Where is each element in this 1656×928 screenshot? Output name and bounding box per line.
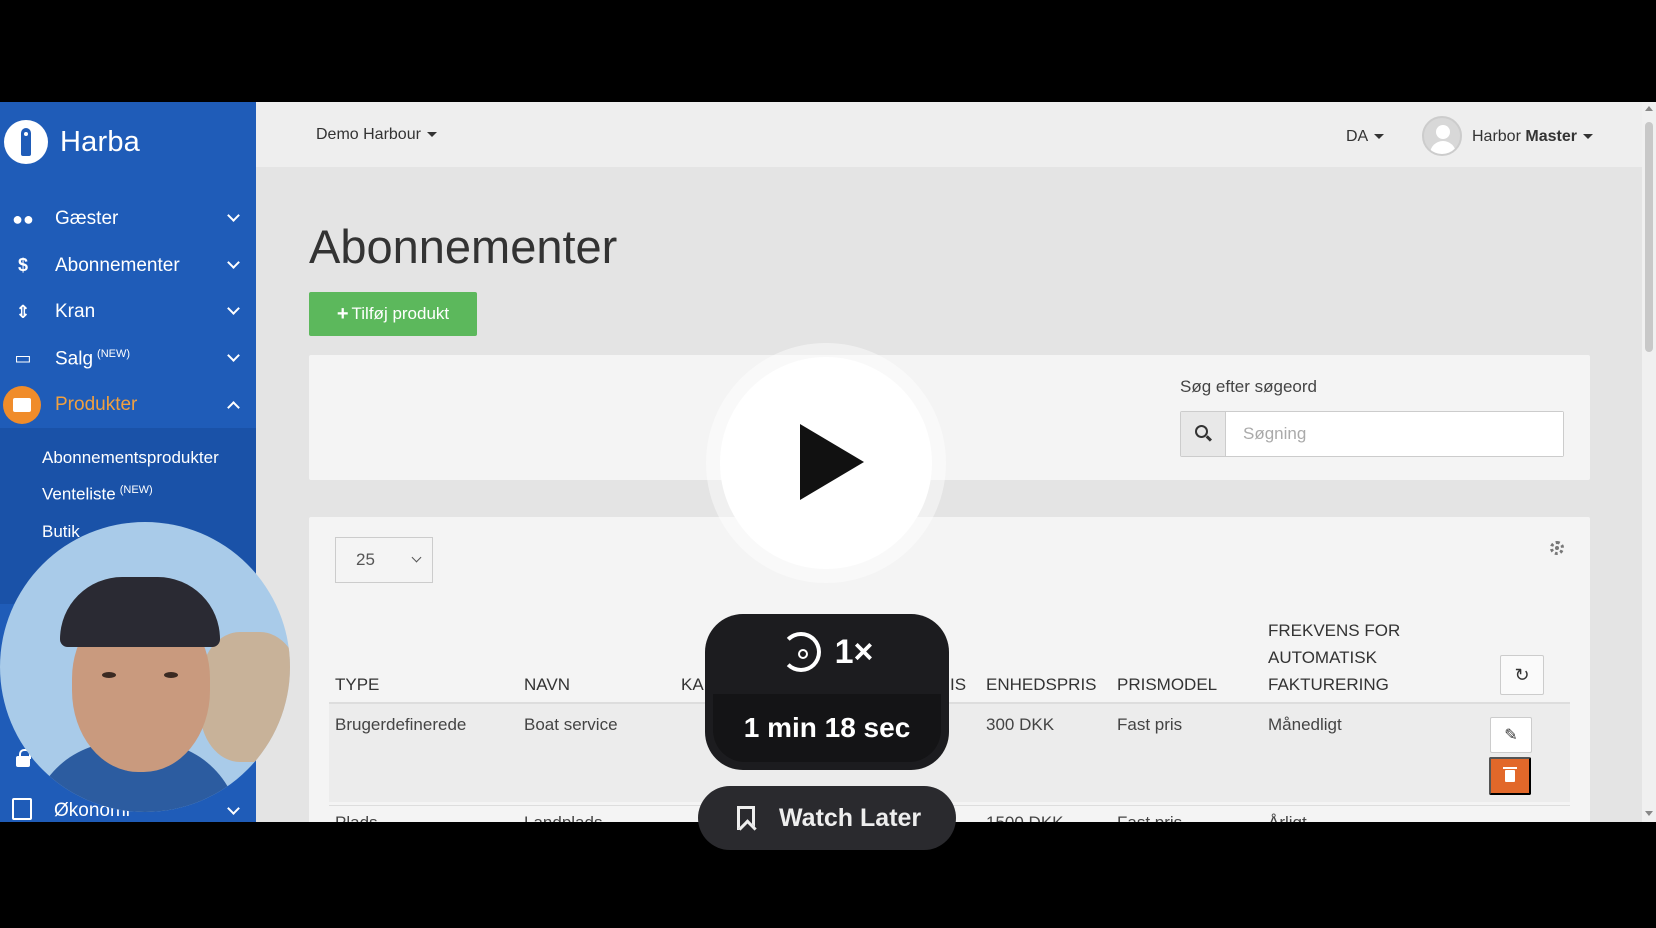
- sidebar-item-label: Abonnementer: [55, 254, 180, 276]
- trash-icon: [1503, 767, 1517, 782]
- watch-later-label: Watch Later: [779, 803, 922, 832]
- page-title: Abonnementer: [309, 220, 618, 273]
- caret-down-icon: [1374, 134, 1385, 140]
- sidebar-item-label: Kran: [55, 301, 96, 323]
- cell-name: Landplads: [524, 813, 602, 822]
- harba-logo-icon: [4, 120, 48, 164]
- scroll-down-arrow-icon[interactable]: [1645, 811, 1653, 816]
- page-scrollbar[interactable]: [1642, 102, 1656, 822]
- column-header-type[interactable]: TYPE: [335, 671, 379, 698]
- column-header-frequency[interactable]: FREKVENS FOR AUTOMATISK FAKTURERING: [1268, 617, 1400, 698]
- delete-button[interactable]: [1489, 757, 1531, 795]
- cell-price-model: Fast pris: [1117, 715, 1183, 734]
- new-badge: (NEW): [119, 484, 153, 496]
- brand-name: Harba: [60, 125, 140, 158]
- cell-unit-price: 1500 DKK: [986, 813, 1064, 822]
- sidebar-item-abonnementer[interactable]: $ Abonnementer: [0, 243, 256, 290]
- search-box: [1180, 411, 1564, 457]
- cell-type: Plads: [335, 813, 378, 822]
- gear-icon[interactable]: [1550, 541, 1564, 555]
- sidebar-item-salg[interactable]: ▭ Salg (NEW): [0, 336, 256, 383]
- edit-button[interactable]: ✎: [1490, 717, 1532, 753]
- playback-info-card[interactable]: 1× 1 min 18 sec: [705, 614, 949, 770]
- chevron-down-icon: [227, 209, 240, 222]
- sidebar-item-kran[interactable]: ⇕ Kran: [0, 289, 256, 336]
- sidebar-item-gaester[interactable]: ●● Gæster: [0, 196, 256, 243]
- table-row: [329, 704, 1570, 802]
- brand[interactable]: Harba: [4, 118, 140, 166]
- presenter-webcam: [0, 522, 290, 812]
- video-duration: 1 min 18 sec: [713, 694, 941, 762]
- sidebar-item-label: Salg (NEW): [55, 347, 131, 369]
- plus-icon: +: [336, 302, 349, 325]
- sidebar-nav: ●● Gæster $ Abonnementer ⇕ Kran ▭ Salg (N…: [0, 196, 256, 429]
- column-header-price-model[interactable]: PRISMODEL: [1117, 671, 1217, 698]
- playback-speed[interactable]: 1×: [705, 632, 949, 672]
- column-header-name[interactable]: NAVN: [524, 671, 570, 698]
- speed-value: 1×: [834, 632, 874, 671]
- avatar[interactable]: [1422, 116, 1462, 156]
- column-header-price[interactable]: IS: [950, 671, 966, 698]
- shopping-bag-icon: [3, 386, 41, 425]
- search-addon[interactable]: [1181, 412, 1226, 456]
- cell-name: Boat service: [524, 715, 618, 734]
- user-menu[interactable]: Harbor Master: [1472, 128, 1593, 146]
- caret-down-icon: [1582, 134, 1593, 140]
- bookmark-icon: [737, 806, 755, 830]
- scroll-up-arrow-icon[interactable]: [1645, 106, 1653, 111]
- search-label: Søg efter søgeord: [1180, 377, 1318, 396]
- play-button[interactable]: [720, 357, 932, 569]
- cell-frequency: Månedligt: [1268, 715, 1342, 734]
- subnav-item-venteliste[interactable]: Venteliste (NEW): [42, 484, 153, 505]
- credit-card-icon: ▭: [14, 348, 32, 369]
- harbour-selector[interactable]: Demo Harbour: [316, 126, 437, 144]
- subnav-item-abonnementsprodukter[interactable]: Abonnementsprodukter: [42, 448, 219, 468]
- speed-icon: [780, 632, 821, 672]
- column-header-unit-price[interactable]: ENHEDSPRIS: [986, 671, 1097, 698]
- cell-frequency: Årligt: [1268, 813, 1307, 822]
- topbar: Demo Harbour DA Harbor Master: [256, 102, 1656, 167]
- cell-price-model: Fast pris: [1117, 813, 1182, 822]
- users-icon: ●●: [12, 208, 34, 229]
- chevron-down-icon: [227, 348, 240, 362]
- dollar-icon: $: [17, 255, 28, 276]
- cell-type: Brugerdefinerede: [335, 715, 467, 734]
- chevron-down-icon: [411, 552, 422, 563]
- search-input[interactable]: [1227, 412, 1563, 456]
- language-selector[interactable]: DA: [1346, 128, 1385, 146]
- watch-later-button[interactable]: Watch Later: [698, 786, 956, 850]
- scroll-thumb[interactable]: [1645, 122, 1653, 352]
- search-icon: [1195, 425, 1208, 438]
- chevron-up-icon: [227, 401, 240, 414]
- chevron-down-icon: [227, 255, 240, 269]
- refresh-button[interactable]: ↻: [1500, 655, 1544, 695]
- calculator-icon: [12, 798, 32, 820]
- column-header-category[interactable]: KA: [681, 671, 704, 698]
- products-table-panel: 25 TYPE NAVN KA IS ENHEDSPRIS PRISMODEL …: [309, 517, 1590, 822]
- sidebar-item-produkter[interactable]: Produkter: [0, 382, 256, 429]
- lock-icon: [16, 749, 31, 767]
- chevron-down-icon: [227, 302, 240, 315]
- page-size-select[interactable]: 25: [335, 537, 433, 583]
- add-product-button[interactable]: + Tilføj produkt: [309, 292, 477, 336]
- caret-down-icon: [426, 132, 437, 138]
- cell-unit-price: 300 DKK: [986, 715, 1055, 734]
- sidebar-item-label: Produkter: [55, 394, 138, 416]
- sort-icon: ⇕: [15, 301, 31, 322]
- sidebar-item-label: Gæster: [55, 208, 119, 230]
- play-icon: [800, 424, 864, 500]
- search-panel: Søg efter søgeord: [309, 355, 1590, 480]
- refresh-icon: ↻: [1514, 665, 1530, 685]
- new-badge: (NEW): [97, 347, 131, 360]
- pencil-icon: ✎: [1504, 727, 1518, 744]
